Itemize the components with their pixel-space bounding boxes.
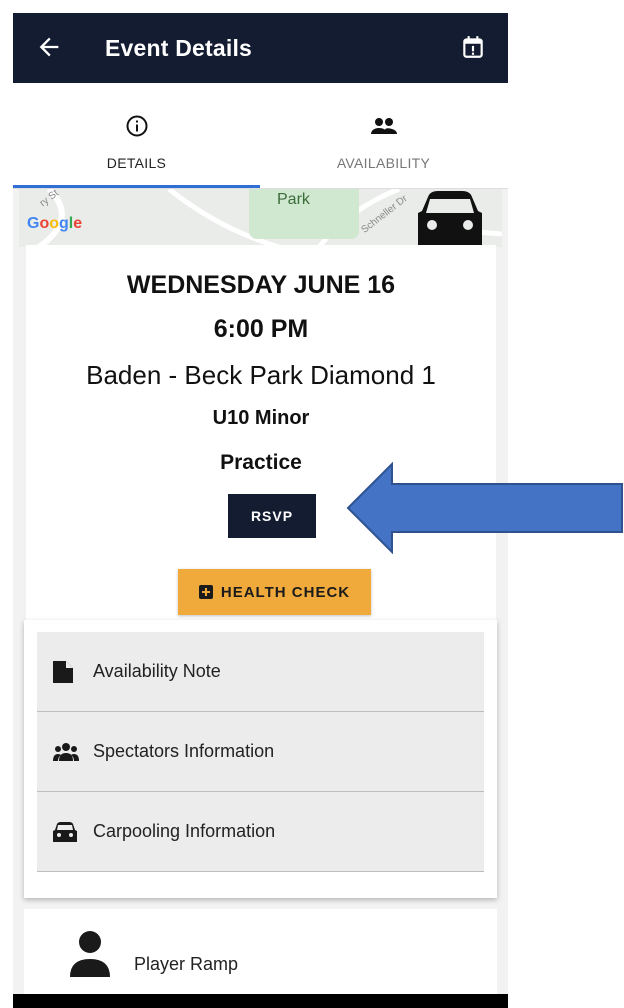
tab-availability-label: AVAILABILITY bbox=[336, 155, 431, 171]
map-park-label: Park bbox=[277, 191, 310, 208]
page-title: Event Details bbox=[105, 35, 253, 61]
car-icon bbox=[53, 821, 77, 842]
person-icon bbox=[70, 931, 110, 977]
spectators-info-label: Spectators Information bbox=[93, 741, 275, 761]
player-name: Player Ramp bbox=[134, 954, 239, 974]
map-view[interactable]: Park ry St Schneller Dr Google bbox=[19, 189, 502, 247]
health-check-button[interactable]: HEALTH CHECK bbox=[178, 569, 371, 615]
people-group-icon bbox=[53, 742, 79, 761]
availability-note-row[interactable]: Availability Note bbox=[37, 632, 484, 712]
info-circle-icon bbox=[126, 115, 147, 137]
event-location[interactable]: Baden - Beck Park Diamond 1 bbox=[26, 360, 496, 391]
system-nav-bar bbox=[13, 994, 508, 1008]
tab-bar: DETAILS AVAILABILITY bbox=[13, 83, 508, 189]
spectators-info-row[interactable]: Spectators Information bbox=[37, 712, 484, 792]
tab-details-label: DETAILS bbox=[106, 155, 167, 171]
tab-availability[interactable]: AVAILABILITY bbox=[260, 83, 507, 189]
event-time: 6:00 PM bbox=[213, 315, 309, 343]
annotation-arrow-icon bbox=[346, 462, 623, 554]
availability-note-label: Availability Note bbox=[93, 661, 221, 681]
event-summary-card: WEDNESDAY JUNE 16 6:00 PM Baden - Beck P… bbox=[26, 245, 496, 633]
app-bar: Event Details bbox=[13, 13, 508, 83]
car-icon[interactable] bbox=[414, 189, 486, 247]
note-icon bbox=[53, 660, 73, 683]
health-check-label: HEALTH CHECK bbox=[220, 583, 351, 601]
arrow-back-icon[interactable] bbox=[35, 33, 63, 61]
carpooling-info-row[interactable]: Carpooling Information bbox=[37, 792, 484, 872]
tab-details[interactable]: DETAILS bbox=[13, 83, 260, 189]
google-logo: Google bbox=[27, 215, 83, 232]
info-card: Availability Note Spectators Information bbox=[24, 620, 497, 898]
people-group-icon bbox=[370, 118, 397, 134]
medical-plus-icon bbox=[198, 585, 213, 599]
event-date: WEDNESDAY JUNE 16 bbox=[126, 271, 396, 299]
active-tab-indicator bbox=[13, 185, 260, 188]
carpooling-info-label: Carpooling Information bbox=[93, 821, 276, 841]
rsvp-button[interactable]: RSVP bbox=[228, 494, 316, 538]
event-team: U10 Minor bbox=[212, 407, 310, 429]
calendar-alert-icon[interactable] bbox=[460, 33, 486, 61]
